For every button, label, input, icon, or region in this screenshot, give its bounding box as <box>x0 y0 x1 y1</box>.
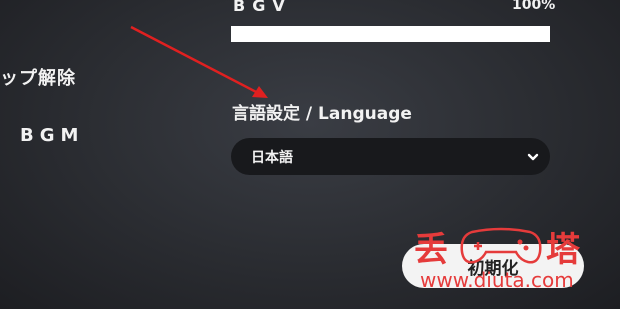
watermark: 丢 塔 www.diuta.com <box>410 222 590 302</box>
watermark-url: www.diuta.com <box>420 268 574 292</box>
watermark-left-char: 丢 <box>414 230 448 270</box>
watermark-right-char: 塔 <box>546 230 580 270</box>
gamepad-icon <box>460 227 542 264</box>
